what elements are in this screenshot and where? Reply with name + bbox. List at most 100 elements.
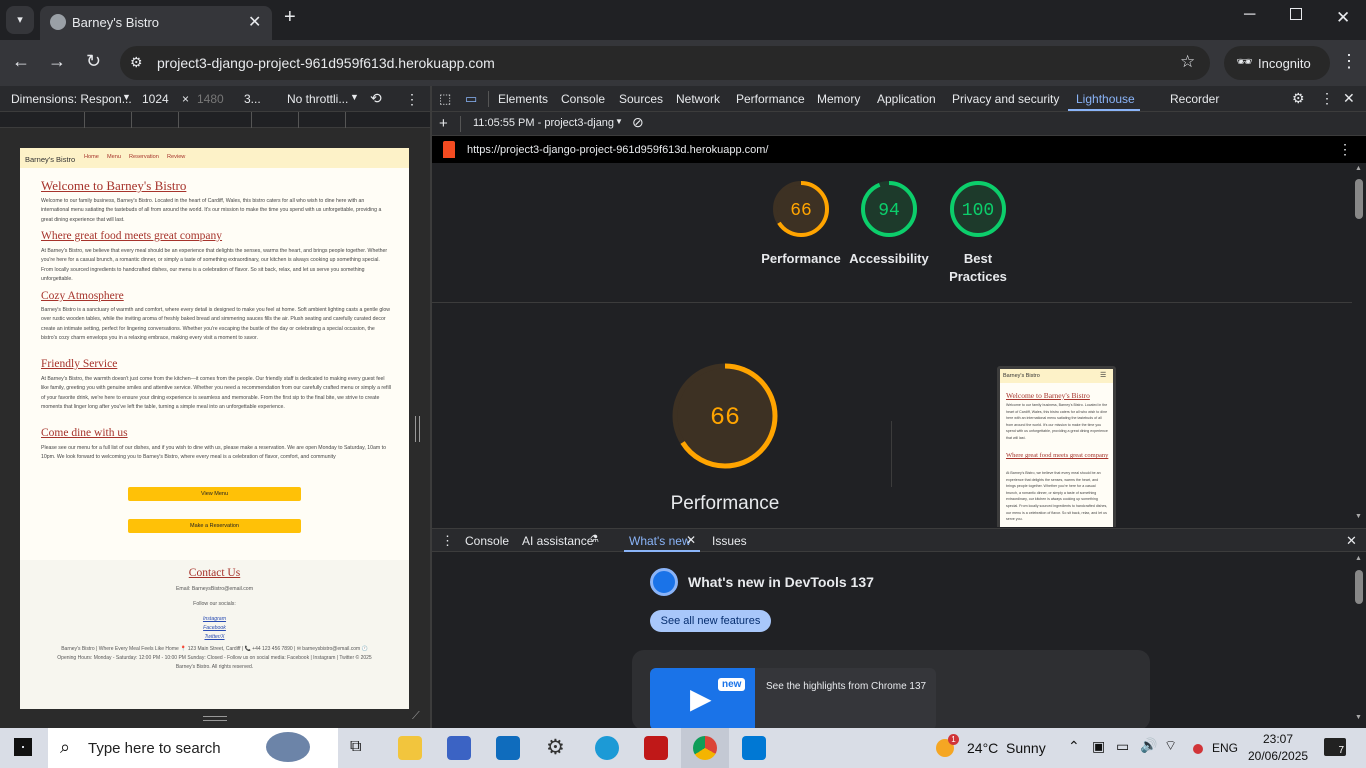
browser-tab[interactable]: Barney's Bistro ✕ [40, 6, 272, 40]
tab-search-button[interactable]: ▾ [6, 6, 34, 34]
report-select[interactable]: 11:05:55 PM - project3-djang [473, 117, 614, 129]
edge-icon[interactable] [595, 736, 619, 760]
drawer-tab-whatsnew[interactable]: What's new [629, 534, 691, 548]
task-view-icon[interactable]: ⧉ [350, 738, 361, 756]
social-instagram[interactable]: Instagram [20, 616, 409, 622]
view-menu-button[interactable]: View Menu [128, 487, 301, 501]
weather-desc[interactable]: Sunny [1006, 740, 1046, 756]
scroll-up-icon[interactable]: ▲ [1355, 555, 1362, 562]
dpr-select[interactable]: 3... [244, 92, 261, 106]
page-screenshot-thumbnail[interactable]: Barney's Bistro ☰ Welcome to Barney's Bi… [997, 366, 1116, 527]
gauge-best-practices[interactable]: 100 Best Practices [938, 179, 1018, 286]
start-windows-icon[interactable] [14, 738, 32, 756]
device-more-icon[interactable]: ⋮ [405, 91, 419, 108]
tab-privacy[interactable]: Privacy and security [952, 92, 1059, 106]
scroll-up-icon[interactable]: ▲ [1355, 165, 1362, 172]
make-reservation-button[interactable]: Make a Reservation [128, 519, 301, 533]
restore-icon[interactable] [1290, 8, 1302, 20]
notification-icon[interactable]: 7 [1324, 738, 1346, 756]
inspect-icon[interactable]: ⬚ [439, 91, 451, 107]
close-devtools-icon[interactable]: ✕ [1343, 90, 1355, 107]
reload-icon[interactable]: ↻ [86, 51, 101, 72]
device-mode-icon[interactable]: ▭ [465, 91, 477, 107]
throttle-select[interactable]: No throttli... [287, 92, 348, 106]
close-tab-icon[interactable]: ✕ [248, 12, 261, 32]
mcafee-icon[interactable] [644, 736, 668, 760]
chevron-up-icon[interactable]: ⌃ [1068, 738, 1080, 755]
tab-recorder[interactable]: Recorder [1170, 92, 1219, 106]
report-menu-icon[interactable]: ⋮ [1338, 141, 1352, 158]
gauge-accessibility[interactable]: 94 Accessibility [844, 179, 934, 268]
address-bar[interactable]: ⚙ project3-django-project-961d959f613d.h… [120, 46, 1210, 80]
scrollbar-thumb[interactable] [1355, 179, 1363, 219]
drawer-menu-icon[interactable]: ⋮ [441, 533, 454, 549]
tray-icon[interactable]: ▣ [1092, 738, 1105, 755]
incognito-chip[interactable]: 🕶 Incognito [1224, 46, 1330, 80]
social-twitter[interactable]: Twitter/X [20, 634, 409, 640]
new-report-icon[interactable]: + [439, 115, 448, 132]
site-brand[interactable]: Barney's Bistro [25, 155, 75, 164]
outlook-icon[interactable] [496, 736, 520, 760]
settings-gear-icon[interactable]: ⚙ [546, 735, 565, 760]
dimensions-select[interactable]: Dimensions: Respon... [11, 92, 132, 106]
chrome-icon[interactable] [693, 736, 717, 760]
close-window-icon[interactable]: ✕ [1336, 8, 1350, 28]
volume-icon[interactable]: 🔊 [1140, 737, 1157, 754]
forward-icon[interactable]: → [48, 51, 66, 72]
nav-menu[interactable]: Menu [107, 154, 121, 160]
bookmark-star-icon[interactable]: ☆ [1180, 52, 1195, 72]
tab-lighthouse[interactable]: Lighthouse [1076, 92, 1135, 106]
store-icon[interactable] [447, 736, 471, 760]
height-input[interactable]: 1480 [197, 92, 224, 106]
drawer-tab-console[interactable]: Console [465, 534, 509, 548]
clear-reports-icon[interactable]: ⊘ [632, 114, 644, 131]
minimize-icon[interactable]: ─ [1244, 6, 1255, 24]
swap-dimensions-icon[interactable]: × [182, 92, 189, 106]
drawer-tab-ai[interactable]: AI assistance [522, 534, 593, 548]
new-tab-icon[interactable]: + [284, 6, 296, 29]
file-explorer-icon[interactable] [398, 736, 422, 760]
nav-review[interactable]: Review [167, 154, 185, 160]
rotate-icon[interactable]: ⟲ [370, 90, 382, 107]
drawer-scrollbar[interactable]: ▲ ▼ [1352, 552, 1366, 728]
tab-memory[interactable]: Memory [817, 92, 860, 106]
devtools-more-icon[interactable]: ⋮ [1320, 90, 1334, 107]
social-facebook[interactable]: Facebook [20, 625, 409, 631]
weather-temp[interactable]: 24°C [967, 740, 998, 756]
language-indicator[interactable]: ENG [1212, 741, 1238, 755]
site-info-icon[interactable]: ⚙ [130, 54, 143, 71]
report-scrollbar[interactable]: ▲ ▼ [1352, 163, 1366, 527]
drawer-tab-issues[interactable]: Issues [712, 534, 747, 548]
nav-home[interactable]: Home [84, 154, 99, 160]
tab-network[interactable]: Network [676, 92, 720, 106]
scroll-down-icon[interactable]: ▼ [1355, 513, 1362, 520]
see-all-features-button[interactable]: See all new features [650, 610, 771, 632]
tab-elements[interactable]: Elements [498, 92, 548, 106]
scroll-down-icon[interactable]: ▼ [1355, 714, 1362, 721]
tab-sources[interactable]: Sources [619, 92, 663, 106]
report-url[interactable]: https://project3-django-project-961d959f… [467, 144, 768, 156]
gauge-performance[interactable]: 66 Performance [756, 179, 846, 268]
browser-menu-icon[interactable]: ⋮ [1340, 51, 1358, 72]
corner-resize-icon[interactable]: ⟋ [412, 710, 420, 723]
width-input[interactable]: 1024 [142, 92, 169, 106]
settings-gear-icon[interactable]: ⚙ [1292, 90, 1305, 107]
wifi-icon[interactable]: ⌔ [1164, 737, 1177, 755]
viewport-bottom-handle[interactable] [203, 716, 227, 721]
close-drawer-icon[interactable]: ✕ [1346, 533, 1357, 549]
tab-performance[interactable]: Performance [736, 92, 805, 106]
back-icon[interactable]: ← [12, 51, 30, 72]
nav-reservation[interactable]: Reservation [129, 154, 159, 160]
vscode-icon[interactable] [742, 736, 766, 760]
battery-icon[interactable]: ▭ [1116, 738, 1129, 755]
clock-time[interactable]: 23:07 [1263, 732, 1293, 746]
scrollbar-thumb[interactable] [1355, 570, 1363, 604]
video-thumbnail[interactable]: ▶ new [650, 668, 755, 730]
tab-application[interactable]: Application [877, 92, 936, 106]
close-tab-icon[interactable]: ✕ [686, 533, 696, 547]
clock-date[interactable]: 20/06/2025 [1248, 749, 1308, 763]
taskbar-search[interactable]: ⌕ Type here to search [48, 728, 338, 768]
tab-console[interactable]: Console [561, 92, 605, 106]
viewport-resize-handle[interactable] [415, 416, 420, 442]
big-gauge-performance[interactable]: 66 [670, 361, 780, 476]
